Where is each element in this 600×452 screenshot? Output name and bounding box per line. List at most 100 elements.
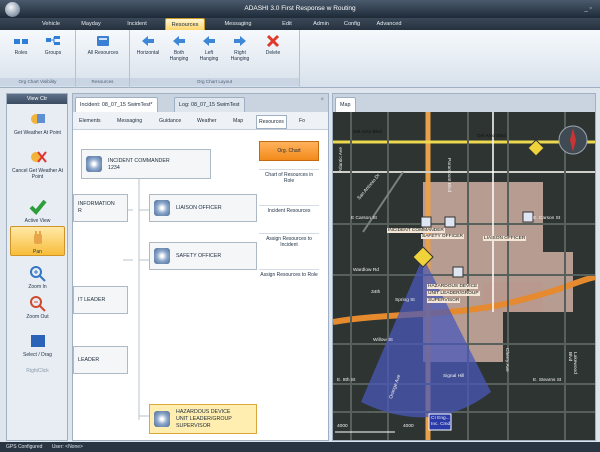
- checkmark-icon: [29, 199, 47, 215]
- scale-bar-label: 4000: [403, 424, 414, 429]
- groups-icon: [46, 36, 60, 45]
- arrow-right-icon: [234, 36, 246, 46]
- tab-map-view[interactable]: Map: [335, 97, 356, 112]
- menu-edit[interactable]: Edit: [276, 18, 298, 30]
- street-label: San Antonio Dr: [357, 173, 382, 202]
- street-label: Signal Hill: [443, 374, 465, 379]
- zoom-in-icon: [29, 266, 46, 282]
- ribbon-group-org-chart-layout: Horizontal Both Hanging Left Hanging Rig…: [130, 30, 300, 88]
- ribbon-group-org-chart-visibility: Roles Groups Org Chart Visibility: [0, 30, 76, 88]
- get-weather-button[interactable]: Get Weather At Point: [10, 108, 65, 136]
- org-node-leader[interactable]: LEADER: [73, 346, 128, 374]
- zoom-in-button[interactable]: Zoom In: [10, 262, 65, 290]
- street-label: E. Stearns St: [533, 378, 562, 383]
- delete-x-icon: [266, 34, 280, 48]
- roles-button[interactable]: Roles: [8, 34, 34, 56]
- select-drag-button[interactable]: Select / Drag: [10, 330, 65, 358]
- main-menu: Vehicle Mayday Incident Resources Messaging E…: [0, 18, 600, 30]
- all-resources-button[interactable]: All Resources: [86, 34, 120, 56]
- menu-resources[interactable]: Resources: [165, 18, 205, 30]
- roles-icon: [14, 39, 28, 44]
- chart-of-resources-button[interactable]: Chart of Resources in Role: [259, 169, 319, 191]
- street-label: Del Amo Blvd: [477, 134, 506, 139]
- ribbon-group-label: Org Chart Layout: [130, 78, 299, 86]
- map-labels: Del Amo Blvd Del Amo Blvd E Carson St E.…: [333, 112, 595, 440]
- street-label: Lakewood Blvd: [567, 352, 577, 374]
- street-label: Spring St: [395, 298, 415, 303]
- weather-icon: [30, 114, 45, 124]
- map-panel: Map Del Amo Blvd Del Amo Blvd E Carson S…: [332, 93, 596, 441]
- window-controls[interactable]: _ ▫: [584, 0, 592, 17]
- tab-elements[interactable]: Elements: [79, 116, 101, 126]
- map-badge-label: Inc. Cmd: [431, 422, 451, 427]
- incident-tabs: Incident: 08_07_15 SwimTest* Log: 08_07_…: [73, 94, 328, 112]
- tab-map[interactable]: Map: [233, 116, 243, 126]
- map-unit-label[interactable]: SUPERVISOR: [427, 298, 461, 303]
- horizontal-layout-button[interactable]: Horizontal: [134, 34, 162, 56]
- street-label: Del Amo Blvd: [353, 130, 382, 135]
- zoom-out-icon: [29, 296, 46, 312]
- tab-resources[interactable]: Resources: [256, 115, 287, 129]
- menu-messaging[interactable]: Messaging: [220, 18, 256, 30]
- avatar: [154, 200, 170, 216]
- street-label: E. 8th St: [337, 378, 356, 383]
- map-unit-label[interactable]: SAFETY OFFICER: [421, 234, 464, 239]
- org-node-hazardous-device[interactable]: HAZARDOUS DEVICE UNIT LEADER/GROUP SUPER…: [149, 404, 257, 434]
- tab-fo[interactable]: Fo: [299, 116, 305, 126]
- ribbon: Roles Groups Org Chart Visibility All Re…: [0, 30, 600, 88]
- org-node-information[interactable]: INFORMATION R: [73, 194, 128, 222]
- tab-messaging[interactable]: Messaging: [117, 116, 142, 126]
- tab-log[interactable]: Log: 08_07_15 SwimTest: [174, 97, 245, 112]
- ribbon-group-label: Org Chart Visibility: [0, 78, 75, 86]
- app-menu-orb[interactable]: [5, 2, 20, 17]
- tab-guidance[interactable]: Guidance: [159, 116, 181, 126]
- incident-resources-button[interactable]: Incident Resources: [259, 205, 319, 219]
- menu-vehicle[interactable]: Vehicle: [40, 18, 62, 30]
- map-unit-label[interactable]: INCIDENT COMMANDER: [387, 228, 445, 233]
- assign-resources-incident-button[interactable]: Assign Resources to Incident: [259, 233, 319, 255]
- map-unit-label[interactable]: HAZARDOUS DEVICE: [427, 284, 479, 289]
- all-resources-icon: [97, 36, 109, 46]
- org-node-incident-commander[interactable]: INCIDENT COMMANDER 1234: [81, 149, 211, 179]
- tab-weather[interactable]: Weather: [197, 116, 217, 126]
- cancel-get-weather-button[interactable]: Cancel Get Weather At Point: [10, 146, 65, 180]
- status-bar: GPS Configured User: <None>: [0, 442, 600, 452]
- zoom-out-button[interactable]: Zoom Out: [10, 292, 65, 320]
- both-hanging-button[interactable]: Both Hanging: [166, 34, 192, 62]
- ribbon-group-resources: All Resources Resources: [76, 30, 130, 88]
- org-node-unit-leader[interactable]: IT LEADER: [73, 286, 128, 314]
- street-label: Paramount Blvd: [446, 158, 451, 193]
- org-node-liaison-officer[interactable]: LIAISON OFFICER: [149, 194, 257, 222]
- select-drag-icon: [30, 335, 45, 347]
- street-label: Cherry Ave: [504, 348, 509, 372]
- map-badge-label: CI Eng...: [431, 416, 450, 421]
- tab-incident[interactable]: Incident: 08_07_15 SwimTest*: [75, 97, 158, 112]
- view-toolbar-title: View Ctr: [7, 94, 67, 104]
- left-hanging-button[interactable]: Left Hanging: [196, 34, 222, 62]
- pan-button[interactable]: Pan: [10, 226, 65, 256]
- right-hanging-button[interactable]: Right Hanging: [226, 34, 254, 62]
- menu-admin[interactable]: Admin: [306, 18, 336, 30]
- map-unit-label[interactable]: UNIT LEADER/GROUP: [427, 291, 480, 296]
- app-window: ADASHI 3.0 First Response w Routing _ ▫ …: [0, 0, 600, 452]
- menu-config[interactable]: Config: [339, 18, 365, 30]
- street-label: E. Carson St: [533, 216, 561, 221]
- assign-resources-role-button[interactable]: Assign Resources to Role: [259, 269, 319, 291]
- arrow-left-icon: [142, 36, 154, 46]
- org-node-safety-officer[interactable]: SAFETY OFFICER: [149, 242, 257, 270]
- org-chart-button[interactable]: Org. Chart: [259, 141, 319, 161]
- delete-button[interactable]: Delete: [260, 34, 286, 56]
- street-label: Orange Ave: [389, 374, 403, 400]
- right-click-button[interactable]: RightClick: [10, 368, 65, 374]
- active-view-button[interactable]: Active View: [10, 196, 65, 224]
- map-unit-label[interactable]: LIAISON OFFICER: [483, 236, 527, 241]
- org-chart-panel: Incident: 08_07_15 SwimTest* Log: 08_07_…: [72, 93, 329, 441]
- close-icon[interactable]: ×: [320, 97, 324, 103]
- groups-button[interactable]: Groups: [38, 34, 68, 56]
- street-label: 34th: [371, 290, 381, 295]
- menu-mayday[interactable]: Mayday: [75, 18, 107, 30]
- avatar: [86, 156, 102, 172]
- arrow-left-icon: [173, 36, 185, 46]
- menu-advanced[interactable]: Advanced: [370, 18, 408, 30]
- menu-incident[interactable]: Incident: [123, 18, 151, 30]
